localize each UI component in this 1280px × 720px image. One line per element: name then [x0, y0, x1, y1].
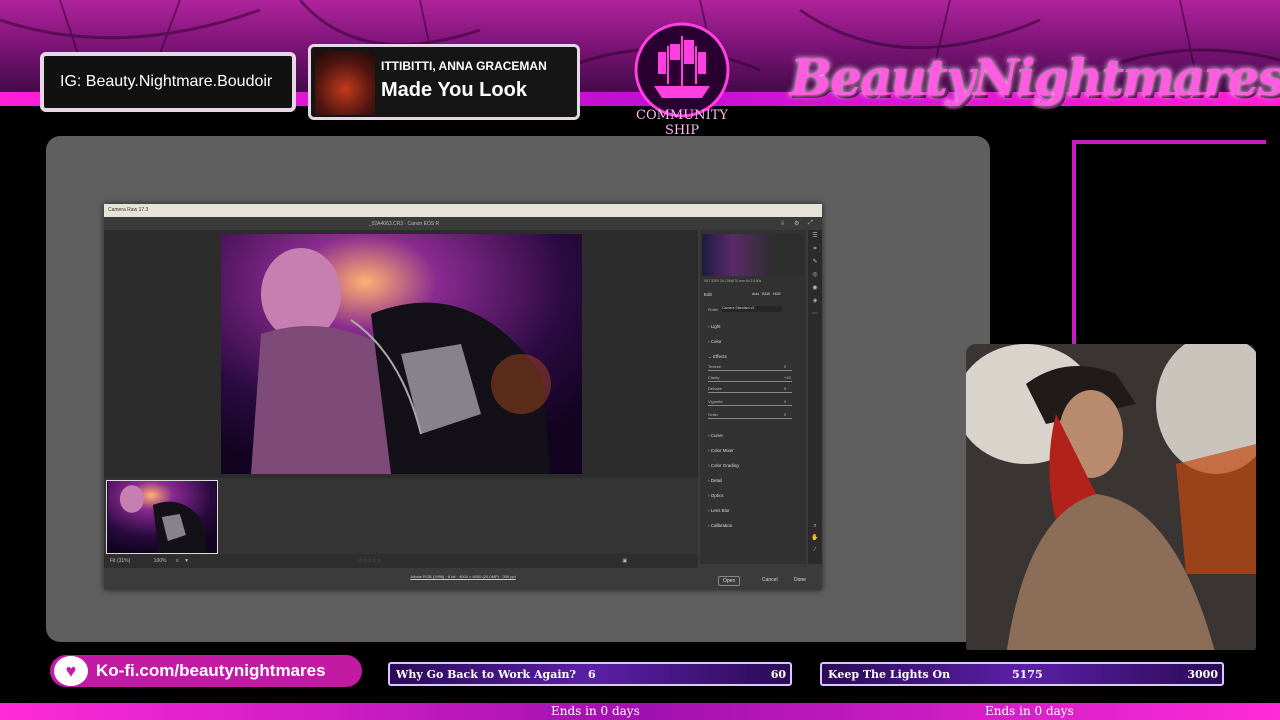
presets-tool-icon[interactable]: ◈ [808, 295, 822, 308]
goal-1-target: 60 [770, 667, 786, 681]
image-info-link[interactable]: Adobe RGB (1998) · 8 bit · 4000 × 6000 (… [104, 574, 822, 579]
vignette-slider[interactable]: Vignette 0 [708, 399, 792, 407]
section-curve[interactable]: › Curve [708, 433, 723, 438]
redeye-tool-icon[interactable]: ◉ [808, 282, 822, 295]
brand-logo: BeautyNightmares [790, 48, 1280, 107]
goal-bar-2: Keep The Lights On 5175 3000 [820, 662, 1224, 686]
profile-label: Profile [708, 308, 718, 312]
goal-1-name: Why Go Back to Work Again? [396, 667, 576, 681]
file-label: _02A4063.CR3 · Canon EOS R [368, 221, 440, 227]
bw-button[interactable]: B&W [762, 292, 770, 296]
auto-button[interactable]: Auto [752, 292, 759, 296]
zoom-bar: Fit (31%) 100% ≡ ▼ ☆☆☆☆☆ ▣ [104, 554, 698, 568]
hand-tool-icon[interactable]: ✋ [808, 532, 822, 544]
instagram-handle: IG: Beauty.Nightmare.Boudoir [40, 52, 296, 112]
zoom-fit[interactable]: Fit (31%) [110, 558, 130, 564]
auto-buttons: Auto B&W HDR [752, 292, 781, 296]
goal-2-target: 3000 [1187, 667, 1218, 681]
heal-tool-icon[interactable]: ✎ [808, 256, 822, 269]
texture-slider[interactable]: Texture 0 [708, 364, 792, 372]
decorative-frame [1072, 140, 1266, 350]
kofi-link[interactable]: ♥ Ko-fi.com/beautynightmares [50, 655, 362, 687]
gear-icon[interactable]: ⚙ [794, 220, 799, 227]
thumbnail-image [107, 481, 217, 553]
goal-2-name: Keep The Lights On [828, 667, 951, 681]
goal-1-current: 6 [588, 667, 596, 681]
grain-slider[interactable]: Grain 0 [708, 412, 792, 420]
section-effects[interactable]: ⌄ Effects [708, 354, 727, 360]
mask-tool-icon[interactable]: ◎ [808, 269, 822, 282]
goal-bar-1: Why Go Back to Work Again? 6 60 [388, 662, 792, 686]
now-playing-track: Made You Look [381, 79, 527, 101]
zoom-percent[interactable]: 100% [154, 558, 167, 564]
filter-icon[interactable]: ▼ [184, 558, 189, 564]
save-icon[interactable]: ⇩ [780, 220, 785, 227]
window-title: Camera Raw 17.3 [104, 204, 822, 217]
goal-2-current: 5175 [1012, 667, 1043, 681]
section-color[interactable]: › Color [708, 339, 722, 344]
section-color-grading[interactable]: › Color Grading [708, 463, 739, 468]
album-art [315, 51, 375, 115]
fullscreen-icon[interactable]: ⤢ [808, 220, 813, 227]
now-playing-widget: ITTIBITTI, ANNA GRACEMAN Made You Look [308, 44, 580, 120]
clarity-slider[interactable]: Clarity +15 [708, 375, 792, 383]
filmstrip-menu-icon[interactable]: ≡ [176, 558, 179, 564]
now-playing-artist: ITTIBITTI, ANNA GRACEMAN [381, 59, 547, 73]
edit-label: Edit [704, 292, 712, 297]
bottom-strip [0, 703, 1280, 720]
goal-1-ends: Ends in 0 days [551, 704, 640, 718]
section-calibration[interactable]: › Calibration [708, 523, 732, 528]
webcam-feed [966, 344, 1256, 656]
section-color-mixer[interactable]: › Color Mixer [708, 448, 734, 453]
zoom-tool-icon[interactable]: ⌕ [808, 520, 822, 532]
goal-2-ends: Ends in 0 days [985, 704, 1074, 718]
kofi-cup-icon: ♥ [54, 656, 88, 686]
hdr-button[interactable]: HDR [773, 292, 781, 296]
community-ship-label: COMMUNITY SHIP [636, 108, 728, 138]
tool-strip: ☰ ⌗ ✎ ◎ ◉ ◈ ⋯ ⌕ ✋ ⁄ [808, 230, 822, 564]
profile-select[interactable]: Camera Standard v2 [722, 306, 782, 312]
sampler-tool-icon[interactable]: ⁄ [808, 544, 822, 556]
camera-raw-window: Camera Raw 17.3 _02A4063.CR3 · Canon EOS… [104, 204, 822, 590]
edit-tool-icon[interactable]: ☰ [808, 230, 822, 243]
filmstrip [104, 478, 698, 554]
dehaze-slider[interactable]: Dehaze 0 [708, 386, 792, 394]
histogram [702, 234, 804, 276]
photo-content [221, 234, 582, 474]
filmstrip-thumbnail[interactable] [106, 480, 218, 554]
histogram-readout: ISO 3200 24-105@70 mm f/4 1/160s [704, 279, 762, 283]
section-optics[interactable]: › Optics [708, 493, 724, 498]
webcam-image [966, 344, 1256, 656]
main-photo[interactable] [221, 234, 582, 474]
crop-tool-icon[interactable]: ⌗ [808, 243, 822, 256]
compare-icon[interactable]: ▣ [622, 558, 627, 564]
edit-panel: ISO 3200 24-105@70 mm f/4 1/160s Edit Au… [700, 230, 806, 564]
section-lens-blur[interactable]: › Lens Blur [708, 508, 730, 513]
done-button[interactable]: Done [790, 576, 810, 584]
section-detail[interactable]: › Detail [708, 478, 722, 483]
rating-stars[interactable]: ☆☆☆☆☆ [359, 558, 381, 564]
open-button[interactable]: Open [718, 576, 741, 586]
section-light[interactable]: › Light [708, 324, 721, 329]
more-tool-icon[interactable]: ⋯ [808, 308, 822, 321]
kofi-label: Ko-fi.com/beautynightmares [96, 661, 326, 680]
cancel-button[interactable]: Cancel [758, 576, 782, 584]
